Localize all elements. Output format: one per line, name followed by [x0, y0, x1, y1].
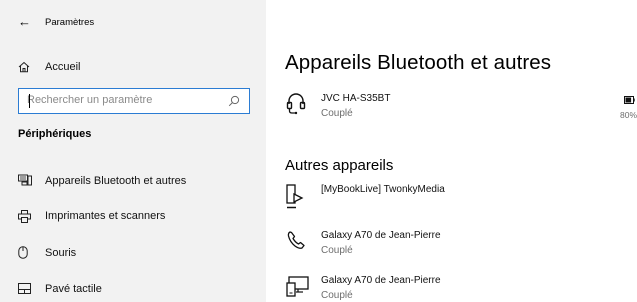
sidebar-item-label: Appareils Bluetooth et autres [45, 175, 187, 187]
device-status: Couplé [321, 245, 353, 256]
sidebar-item-label: Pavé tactile [45, 283, 102, 295]
other-device-row[interactable]: [MyBookLive] TwonkyMedia [266, 181, 637, 217]
audio-device-row[interactable]: JVC HA-S35BT Couplé [266, 90, 637, 126]
headset-icon [286, 93, 306, 115]
device-name: JVC HA-S35BT [321, 93, 391, 104]
sidebar-item-label: Souris [45, 247, 77, 259]
nav-home-label: Accueil [45, 61, 81, 73]
device-name: [MyBookLive] TwonkyMedia [321, 184, 445, 195]
text-caret [29, 94, 30, 108]
device-name: Galaxy A70 de Jean-Pierre [321, 275, 441, 286]
window-title: Paramètres [45, 17, 95, 28]
mouse-icon [18, 246, 28, 259]
other-device-row[interactable]: Galaxy A70 de Jean-Pierre Couplé [266, 226, 637, 262]
sidebar-item-mouse[interactable]: Souris [0, 238, 266, 268]
other-devices-heading: Autres appareils [285, 157, 394, 174]
other-device-row[interactable]: Galaxy A70 de Jean-Pierre Couplé [266, 271, 637, 302]
nav-home[interactable]: Accueil [0, 52, 266, 82]
home-icon [18, 61, 30, 73]
bluetooth-devices-icon [18, 174, 32, 186]
sidebar-item-touchpad[interactable]: Pavé tactile [0, 274, 266, 302]
search-input[interactable]: Rechercher un paramètre [18, 88, 250, 114]
section-heading: Périphériques [18, 128, 92, 140]
printer-icon [18, 210, 31, 223]
phone-icon [287, 231, 305, 249]
main-content: Appareils Bluetooth et autres JVC HA-S35… [266, 0, 637, 302]
device-name: Galaxy A70 de Jean-Pierre [321, 230, 441, 241]
computer-phone-icon [286, 276, 309, 297]
back-arrow-icon[interactable]: ← [18, 14, 31, 29]
device-status: Couplé [321, 108, 353, 119]
sidebar: ← Paramètres Accueil Rechercher un param… [0, 0, 266, 302]
touchpad-icon [18, 283, 31, 294]
device-status: Couplé [321, 290, 353, 301]
media-device-icon [286, 184, 304, 209]
search-placeholder: Rechercher un paramètre [27, 94, 153, 106]
battery-icon [624, 96, 635, 104]
sidebar-item-printers[interactable]: Imprimantes et scanners [0, 202, 266, 232]
search-icon [228, 95, 240, 107]
battery-percentage: 80% [620, 110, 637, 120]
sidebar-item-label: Imprimantes et scanners [45, 210, 166, 222]
page-title: Appareils Bluetooth et autres [285, 51, 552, 74]
sidebar-item-bluetooth[interactable]: Appareils Bluetooth et autres [0, 166, 266, 196]
